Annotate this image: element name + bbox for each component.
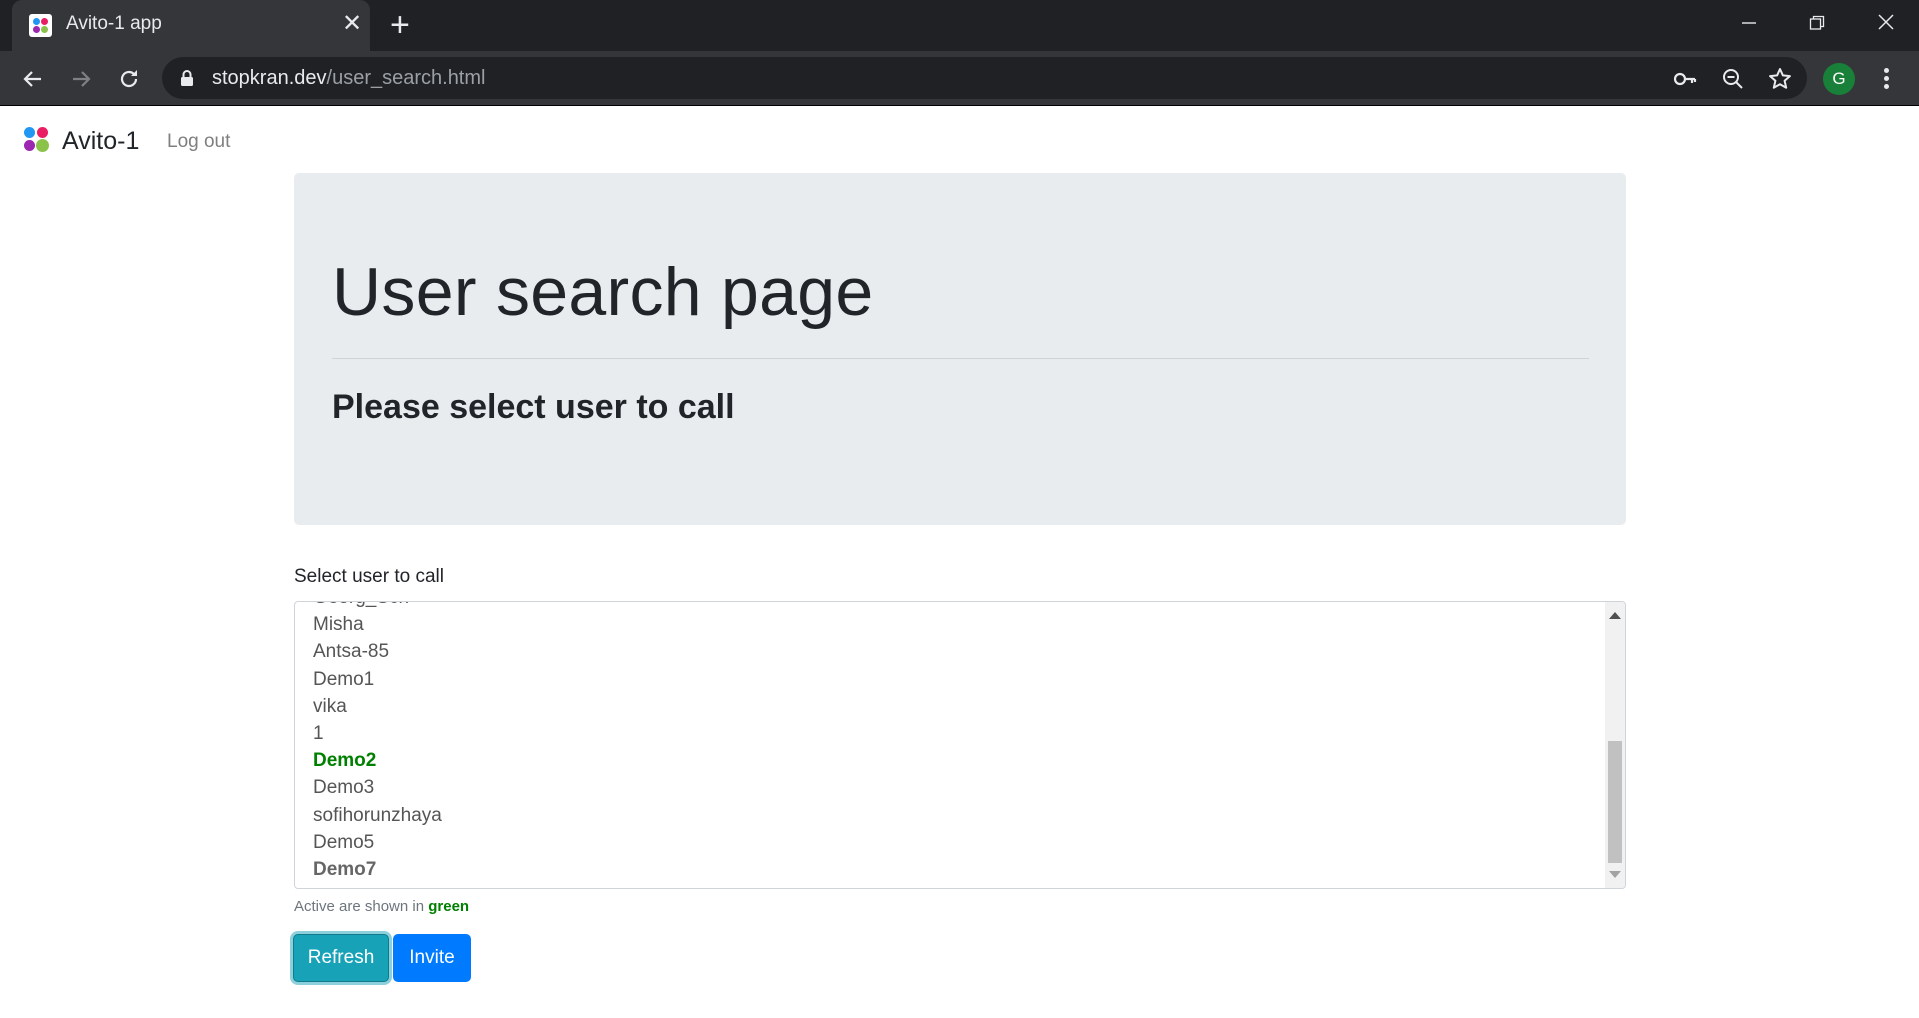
user-option[interactable]: Georg_Sch	[313, 602, 442, 611]
url-text: stopkran.dev/user_search.html	[212, 67, 485, 90]
app-favicon-icon	[29, 14, 52, 37]
restore-icon[interactable]	[1797, 6, 1837, 42]
user-option[interactable]: sofihorunzhaya	[313, 802, 442, 829]
reload-icon[interactable]	[109, 59, 149, 99]
browser-tab[interactable]: Avito-1 app ✕	[12, 0, 370, 51]
divider	[332, 358, 1589, 359]
hint-color-word: green	[428, 898, 470, 915]
browser-menu-icon[interactable]	[1877, 63, 1897, 95]
lock-icon	[181, 70, 193, 86]
user-select-label: Select user to call	[294, 566, 444, 587]
user-option[interactable]: 1	[313, 720, 442, 747]
window-close-icon[interactable]	[1866, 6, 1906, 42]
bookmark-star-icon[interactable]	[1767, 66, 1793, 92]
new-tab-icon[interactable]: +	[390, 8, 410, 42]
brand-logo-icon[interactable]	[24, 127, 50, 153]
forward-icon[interactable]	[61, 59, 101, 99]
user-option[interactable]: Demo2	[313, 747, 442, 774]
user-option[interactable]: Demo5	[313, 829, 442, 856]
user-option[interactable]: Demo7	[313, 856, 442, 883]
user-option[interactable]: Demo1	[313, 666, 442, 693]
minimize-icon[interactable]	[1729, 6, 1769, 42]
user-options-list: Georg_SchMishaAntsa-85Demo1vika1Demo2Dem…	[313, 602, 442, 883]
user-option[interactable]: Misha	[313, 611, 442, 638]
url-path: /user_search.html	[326, 67, 486, 89]
app-navbar: Avito-1 Log out	[0, 107, 1919, 175]
user-option[interactable]: Antsa-85	[313, 638, 442, 665]
page-title: User search page	[332, 254, 874, 330]
tab-close-icon[interactable]: ✕	[338, 10, 366, 38]
refresh-button[interactable]: Refresh	[293, 934, 389, 982]
active-users-hint: Active are shown in green	[294, 898, 469, 915]
logout-link[interactable]: Log out	[167, 131, 230, 153]
user-select-listbox[interactable]: Georg_SchMishaAntsa-85Demo1vika1Demo2Dem…	[294, 601, 1626, 889]
tab-title: Avito-1 app	[66, 13, 162, 34]
url-host: stopkran.dev	[212, 67, 327, 89]
invite-button[interactable]: Invite	[393, 934, 471, 982]
browser-toolbar: stopkran.dev/user_search.html G	[0, 51, 1919, 106]
scroll-up-arrow-icon[interactable]	[1609, 612, 1621, 619]
user-option[interactable]: Demo3	[313, 774, 442, 801]
profile-avatar[interactable]: G	[1823, 63, 1855, 95]
back-icon[interactable]	[13, 59, 53, 99]
scroll-down-arrow-icon[interactable]	[1609, 871, 1621, 878]
scrollbar-thumb[interactable]	[1608, 741, 1622, 863]
user-option[interactable]: vika	[313, 693, 442, 720]
page-subtitle: Please select user to call	[332, 388, 735, 426]
zoom-out-icon[interactable]	[1720, 66, 1746, 92]
brand-name[interactable]: Avito-1	[62, 127, 139, 156]
address-bar[interactable]: stopkran.dev/user_search.html	[162, 57, 1807, 99]
page-header-jumbotron: User search page Please select user to c…	[294, 173, 1626, 525]
hint-text: Active are shown in	[294, 898, 429, 915]
browser-tab-bar: Avito-1 app ✕ +	[0, 0, 1919, 51]
listbox-scrollbar[interactable]	[1605, 602, 1625, 888]
key-icon[interactable]	[1672, 66, 1698, 92]
